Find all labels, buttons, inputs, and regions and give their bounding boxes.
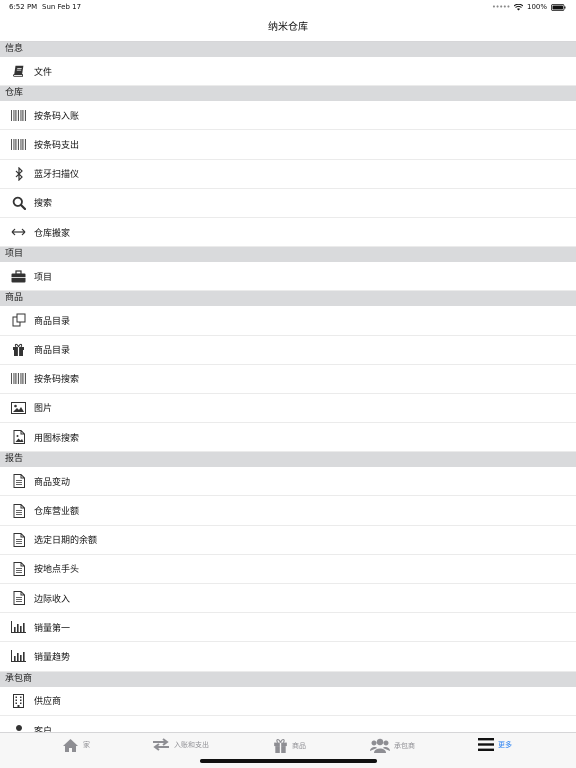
bar-chart-icon <box>11 620 26 635</box>
menu-item-label: 选定日期的余额 <box>34 536 98 547</box>
menu-item[interactable]: 搜索 <box>0 189 576 218</box>
menu-item[interactable]: 按条码入账 <box>0 101 576 131</box>
home-indicator <box>200 759 377 763</box>
menu-item[interactable]: 项目 <box>0 262 576 292</box>
users-icon <box>370 738 390 753</box>
menu-item[interactable]: 边际收入 <box>0 584 576 614</box>
menu-item[interactable]: 销量趋势 <box>0 642 576 672</box>
tab-home[interactable]: 家 <box>62 738 90 752</box>
status-bar: 6:52 PM Sun Feb 17 ••••• 100% <box>0 0 576 14</box>
tab-label: 更多 <box>498 740 512 749</box>
menu-item-label: 商品变动 <box>34 477 71 488</box>
tab-products[interactable]: 商品 <box>273 738 306 753</box>
user-icon <box>11 723 26 732</box>
section-header: 仓库 <box>0 86 576 102</box>
section-header: 信息 <box>0 42 576 57</box>
menu-item-label: 按条码搜索 <box>34 375 80 386</box>
menu-item[interactable]: 销量第一 <box>0 613 576 643</box>
tab-more[interactable]: 更多 <box>478 738 512 751</box>
gift-icon <box>11 342 26 357</box>
building-icon <box>11 693 26 708</box>
tab-label: 入账和支出 <box>174 740 209 749</box>
tab-label: 承包商 <box>394 741 415 750</box>
status-time: 6:52 PM <box>9 3 38 11</box>
menu-item[interactable]: 用图标搜索 <box>0 423 576 453</box>
menu-item-label: 按条码入账 <box>34 111 80 122</box>
menu-item-label: 仓库营业额 <box>34 507 80 518</box>
menu-item-label: 用图标搜索 <box>34 433 80 444</box>
menu-item[interactable]: 商品目录 <box>0 306 576 336</box>
arrows-horizontal-icon <box>11 225 26 240</box>
menu-item-label: 文件 <box>34 67 53 78</box>
menu-item[interactable]: 仓库搬家 <box>0 218 576 248</box>
menu-item[interactable]: 选定日期的余额 <box>0 526 576 555</box>
menu-item[interactable]: 仓库营业额 <box>0 496 576 526</box>
bar-chart-icon <box>11 649 26 664</box>
wifi-icon <box>513 3 523 11</box>
menu-item[interactable]: 按条码支出 <box>0 130 576 160</box>
tab-contractors[interactable]: 承包商 <box>370 738 415 753</box>
menu-item-label: 销量第一 <box>34 623 71 634</box>
copy-icon <box>11 313 26 328</box>
menu-item-label: 搜索 <box>34 199 53 210</box>
menu-icon <box>478 738 494 751</box>
status-right: ••••• 100% <box>492 3 566 11</box>
menu-item[interactable]: 客户 <box>0 716 576 732</box>
menu-item-label: 仓库搬家 <box>34 228 71 239</box>
barcode-icon <box>11 137 26 152</box>
tab-label: 商品 <box>292 741 306 750</box>
menu-item[interactable]: 文件 <box>0 57 576 87</box>
menu-item[interactable]: 供应商 <box>0 687 576 716</box>
menu-item-label: 图片 <box>34 404 53 415</box>
menu-item-label: 按条码支出 <box>34 140 80 151</box>
bluetooth-icon <box>11 166 26 181</box>
nav-bar: 纳米仓库 <box>0 14 576 42</box>
document-icon <box>11 532 26 547</box>
battery-percent: 100% <box>526 3 547 11</box>
menu-item-label: 蓝牙扫描仪 <box>34 170 80 181</box>
page-title: 纳米仓库 <box>268 22 308 33</box>
transfer-icon <box>152 738 170 751</box>
image-icon <box>11 400 26 415</box>
menu-item[interactable]: 按地点手头 <box>0 555 576 584</box>
barcode-icon <box>11 371 26 386</box>
status-date: Sun Feb 17 <box>42 3 82 11</box>
image-file-icon <box>11 430 26 445</box>
menu-item-label: 客户 <box>34 726 53 732</box>
menu-item-label: 销量趋势 <box>34 652 71 663</box>
battery-icon <box>551 3 566 11</box>
menu-item[interactable]: 蓝牙扫描仪 <box>0 160 576 189</box>
signal-icon: ••••• <box>491 3 511 11</box>
home-icon <box>62 738 79 752</box>
menu-item-label: 商品目录 <box>34 346 71 357</box>
section-header: 承包商 <box>0 671 576 687</box>
gift-icon <box>273 738 288 753</box>
section-header: 报告 <box>0 452 576 468</box>
menu-item[interactable]: 商品变动 <box>0 467 576 497</box>
menu-item-label: 供应商 <box>34 697 62 708</box>
menu-item-label: 边际收入 <box>34 594 71 605</box>
section-header: 商品 <box>0 291 576 307</box>
menu-item-label: 项目 <box>34 272 53 283</box>
document-icon <box>11 503 26 518</box>
briefcase-icon <box>11 269 26 284</box>
menu-item[interactable]: 商品目录 <box>0 336 576 365</box>
barcode-icon <box>11 108 26 123</box>
document-icon <box>11 474 26 489</box>
tab-income-expense[interactable]: 入账和支出 <box>152 738 209 751</box>
document-icon <box>11 591 26 606</box>
menu-item[interactable]: 按条码搜索 <box>0 365 576 394</box>
menu-item-label: 按地点手头 <box>34 565 80 576</box>
tab-label: 家 <box>83 741 90 749</box>
book-icon <box>11 64 26 79</box>
search-icon <box>11 195 26 210</box>
menu-list[interactable]: 信息 文件 仓库 按条码入账 按条码支出 蓝牙扫描仪 搜索 仓库搬家 项目 项目 商品 商品目录 商品目… <box>0 42 576 732</box>
section-header: 项目 <box>0 247 576 263</box>
document-icon <box>11 561 26 576</box>
menu-item[interactable]: 图片 <box>0 394 576 424</box>
menu-item-label: 商品目录 <box>34 316 71 327</box>
